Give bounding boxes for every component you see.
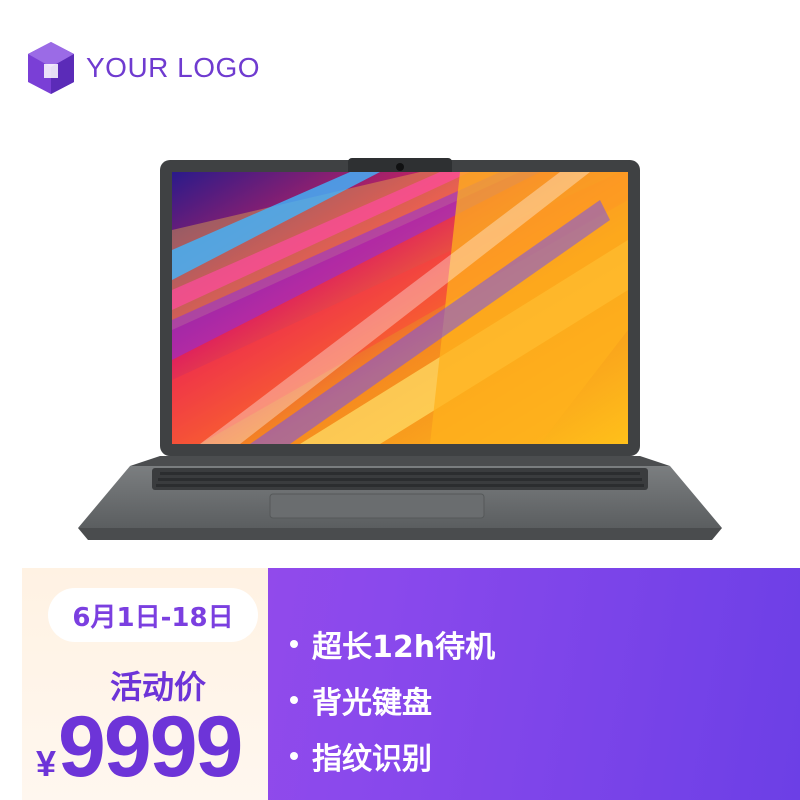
feature-text: 背光键盘 bbox=[312, 686, 432, 721]
price-amount: 9999 bbox=[58, 699, 243, 795]
bullet-icon bbox=[290, 752, 298, 760]
feature-item: 背光键盘 bbox=[290, 672, 495, 728]
feature-list: 超长12h待机 背光键盘 指纹识别 bbox=[290, 616, 495, 784]
feature-text: 超长12h待机 bbox=[312, 630, 496, 665]
bullet-icon bbox=[290, 696, 298, 704]
promo-price: ¥ 9999 bbox=[36, 698, 243, 797]
currency-symbol: ¥ bbox=[36, 743, 57, 784]
bullet-icon bbox=[290, 640, 298, 648]
feature-item: 指纹识别 bbox=[290, 728, 495, 784]
feature-text: 指纹识别 bbox=[312, 742, 432, 777]
promo-date-badge: 6月1日-18日 bbox=[48, 588, 258, 642]
feature-item: 超长12h待机 bbox=[290, 616, 495, 672]
laptop-image bbox=[0, 0, 800, 560]
